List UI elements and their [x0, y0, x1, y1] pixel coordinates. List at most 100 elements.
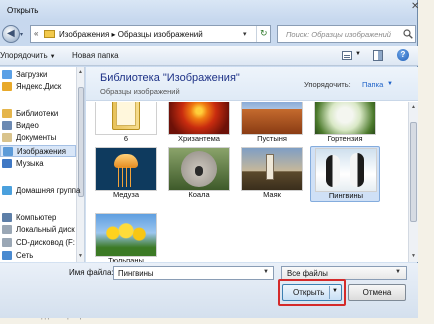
navigation-pane: ▲ ▼ Загрузки Яндекс.Диск Библиотеки Видео До… [0, 67, 85, 262]
file-tile[interactable]: Хризантема [164, 102, 234, 143]
nav-item-label: Сеть [16, 251, 34, 260]
nav-item[interactable]: Компьютер [0, 212, 76, 224]
search-input[interactable]: Поиск: Образцы изображений [277, 25, 416, 43]
pictures-icon [3, 147, 13, 156]
change-view-button[interactable]: ▼ [342, 50, 364, 62]
music-icon [2, 159, 12, 168]
file-tile[interactable]: Коала [164, 146, 234, 202]
file-caption: Гортензия [327, 134, 363, 143]
back-arrow-icon: ◀ [7, 28, 15, 39]
content-scroll-thumb[interactable] [410, 122, 417, 222]
open-button[interactable]: Открыть ▼ [282, 284, 342, 301]
folder-thumbnail [96, 102, 156, 134]
nav-item[interactable]: Яндекс.Диск [0, 81, 76, 93]
nav-item[interactable]: Сеть [0, 250, 76, 262]
file-tile[interactable]: Медуза [91, 146, 161, 202]
scroll-down-icon[interactable]: ▼ [411, 253, 416, 259]
documents-icon [2, 133, 12, 142]
address-dropdown-icon[interactable]: ▾ [243, 30, 247, 38]
chevron-down-icon[interactable]: ▼ [395, 269, 401, 275]
close-icon: ✕ [411, 1, 420, 12]
downloads-icon [2, 70, 12, 79]
chevron-down-icon: ▼ [49, 54, 56, 60]
nav-item[interactable]: Загрузки [0, 69, 76, 81]
close-button[interactable]: ✕ [408, 0, 420, 18]
jellyfish-thumbnail [96, 148, 156, 190]
file-caption: Коала [188, 190, 210, 199]
nav-item[interactable]: Домашняя группа [0, 185, 80, 197]
chevron-down-icon[interactable]: ▼ [387, 81, 393, 87]
scroll-up-icon[interactable]: ▲ [411, 104, 416, 110]
local-disk-icon [2, 225, 12, 234]
scroll-up-icon[interactable]: ▲ [78, 69, 83, 75]
file-caption: Тюльпаны [108, 256, 144, 262]
filetype-value: Все файлы [287, 269, 328, 278]
file-caption: Хризантема [178, 134, 220, 143]
file-tile[interactable]: Маяк [237, 146, 307, 202]
file-tile[interactable]: Пингвины [310, 146, 380, 202]
nav-item[interactable]: Музыка [0, 158, 76, 170]
library-subtitle: Образцы изображений [100, 87, 180, 96]
library-title: Библиотека "Изображения" [100, 72, 240, 84]
yandex-disk-icon [2, 82, 12, 91]
preview-pane-button[interactable] [373, 50, 383, 61]
file-caption: Пустыня [257, 134, 287, 143]
open-options-arrow-icon[interactable]: ▼ [332, 288, 338, 294]
chrysanthemum-thumbnail [169, 102, 229, 134]
nav-item[interactable]: Видео [0, 120, 76, 132]
chevron-left-icon[interactable]: « [34, 29, 38, 38]
organize-button[interactable]: Упорядочить ▼ [0, 51, 56, 60]
command-toolbar: Упорядочить ▼ Новая папка ▼ ? [0, 46, 418, 66]
address-bar: ◀ ▾ « Изображения ▸ Образцы изображений … [0, 23, 418, 45]
nav-item[interactable]: CD-дисковод (F: [0, 237, 76, 249]
refresh-icon: ↻ [260, 28, 268, 38]
thumbnail-grid: 6 Хризантема Пустыня Гортензия Медуза Коала Ма… [86, 102, 408, 262]
nav-item-label: Домашняя группа [16, 186, 81, 195]
content-scrollbar[interactable]: ▲ ▼ [408, 102, 418, 262]
help-icon[interactable]: ? [397, 49, 409, 61]
desert-thumbnail [242, 102, 302, 134]
nav-item-label: Загрузки [16, 70, 48, 79]
nav-scrollbar[interactable]: ▲ ▼ [76, 67, 84, 262]
nav-item-label: Видео [16, 121, 39, 130]
library-header: Библиотека "Изображения" Образцы изображ… [86, 67, 418, 101]
filename-value[interactable]: Пингвины [118, 269, 154, 278]
history-dropdown-icon[interactable]: ▾ [20, 31, 26, 38]
filename-dropdown-icon[interactable]: ▼ [263, 269, 269, 275]
cancel-button[interactable]: Отмена [348, 284, 406, 301]
search-placeholder: Поиск: Образцы изображений [286, 30, 391, 39]
cancel-button-label: Отмена [362, 288, 392, 297]
nav-item[interactable]: Библиотеки [0, 108, 76, 120]
nav-item-label: CD-дисковод (F: [16, 238, 75, 247]
new-folder-button[interactable]: Новая папка [72, 51, 119, 60]
nav-item-label: Яндекс.Диск [16, 82, 62, 91]
filename-label: Имя файла: [69, 268, 114, 277]
file-list-pane: Библиотека "Изображения" Образцы изображ… [86, 67, 418, 262]
scroll-down-icon[interactable]: ▼ [78, 253, 83, 259]
address-path-box[interactable]: « Изображения ▸ Образцы изображений ▾ ↻ [30, 25, 271, 43]
nav-item[interactable]: Локальный диск [0, 224, 76, 236]
address-path[interactable]: Изображения ▸ Образцы изображений [59, 30, 203, 39]
libraries-icon [2, 109, 12, 118]
file-tile[interactable]: 6 [91, 102, 161, 143]
nav-item-label: Музыка [16, 159, 44, 168]
title-bar: Открыть ✕ [0, 0, 420, 22]
arrange-by-label: Упорядочить: [304, 80, 351, 89]
filetype-select[interactable]: Все файлы ▼ [281, 266, 407, 280]
nav-item[interactable]: Изображения [0, 145, 76, 157]
nav-scroll-thumb[interactable] [78, 87, 84, 197]
nav-item[interactable]: Документы [0, 132, 76, 144]
refresh-button[interactable]: ↻ [256, 26, 271, 42]
open-file-dialog: Открыть ✕ ◀ ▾ « Изображения ▸ Образцы из… [0, 0, 420, 318]
filename-field[interactable]: Пингвины ▼ [113, 266, 274, 280]
search-icon[interactable] [403, 29, 413, 39]
arrange-by-value[interactable]: Папка [362, 80, 383, 89]
file-caption: 6 [123, 134, 129, 143]
file-caption: Маяк [263, 190, 281, 199]
file-caption: Пингвины [328, 191, 364, 200]
file-tile[interactable]: Тюльпаны [91, 212, 161, 262]
file-tile[interactable]: Гортензия [310, 102, 380, 143]
file-tile[interactable]: Пустыня [237, 102, 307, 143]
nav-item-label: Компьютер [16, 213, 57, 222]
back-button[interactable]: ◀ [2, 25, 20, 43]
